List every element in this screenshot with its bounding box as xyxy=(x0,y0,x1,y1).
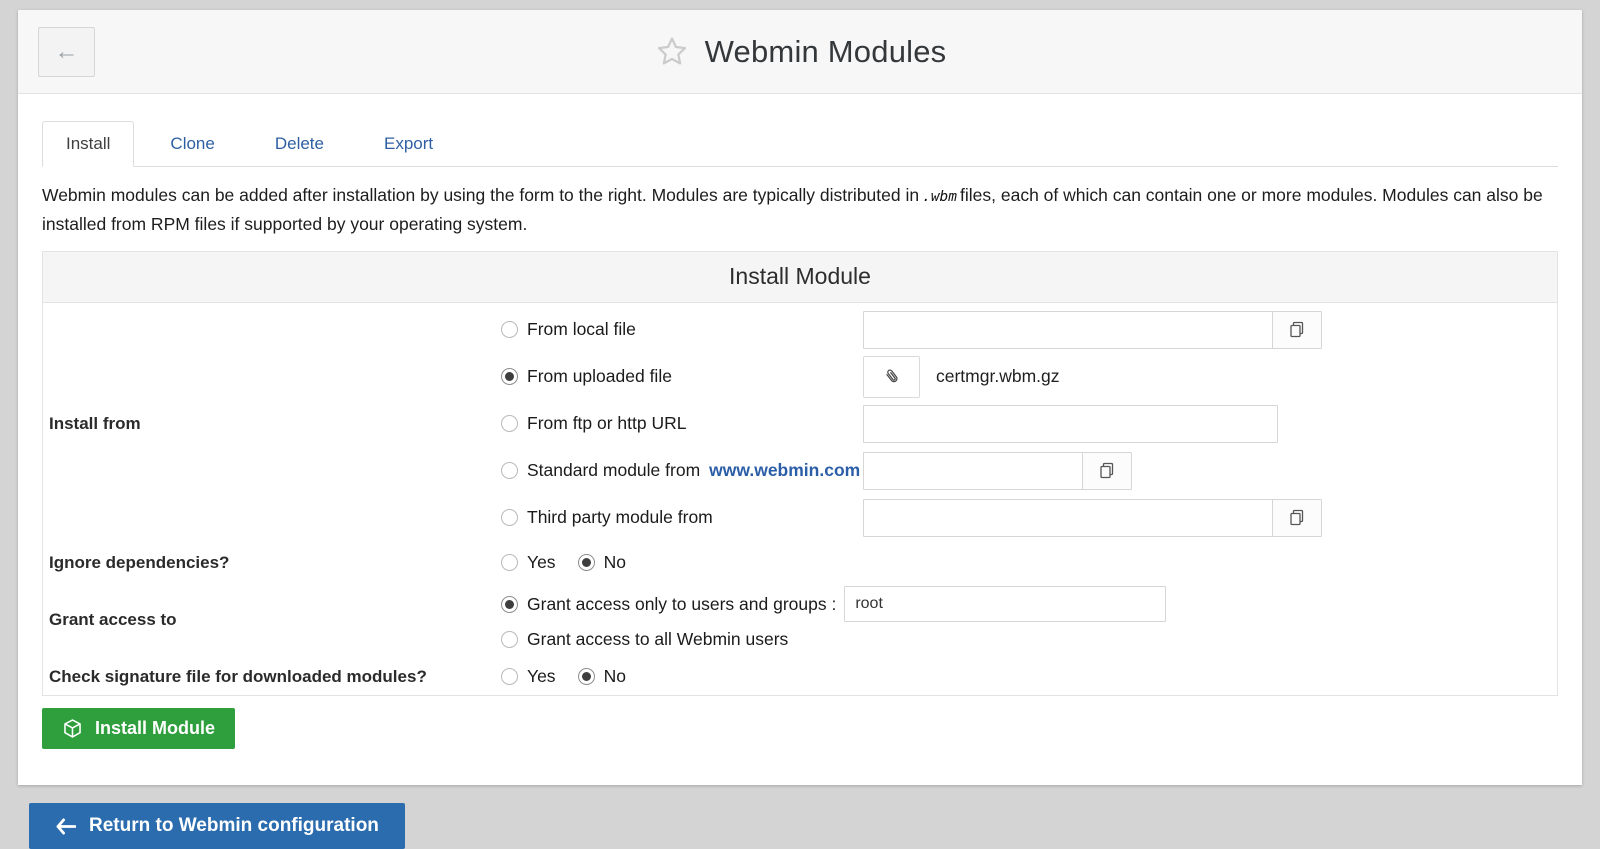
package-cube-icon xyxy=(62,718,83,739)
radio-third-party-module[interactable] xyxy=(501,509,518,526)
radio-local-file-label: From local file xyxy=(527,319,636,340)
radio-ignore-deps-no[interactable] xyxy=(578,554,595,571)
third-party-chooser-button[interactable] xyxy=(1272,499,1322,537)
star-icon[interactable] xyxy=(654,34,690,70)
grant-access-label: Grant access to xyxy=(43,581,501,658)
intro-before: Webmin modules can be added after instal… xyxy=(42,185,919,205)
back-arrow-icon: ← xyxy=(55,40,79,64)
radio-standard-module[interactable] xyxy=(501,462,518,479)
webmin-com-link[interactable]: www.webmin.com xyxy=(709,460,860,481)
return-button-label: Return to Webmin configuration xyxy=(89,815,379,837)
radio-uploaded-file-label: From uploaded file xyxy=(527,366,672,387)
paperclip-icon xyxy=(882,366,902,388)
back-button[interactable]: ← xyxy=(38,27,95,77)
third-party-module-input[interactable] xyxy=(863,499,1273,537)
option-local-file: From local file xyxy=(501,306,1557,353)
radio-grant-all-users[interactable] xyxy=(501,631,518,648)
upload-file-button[interactable] xyxy=(863,356,920,398)
radio-check-sig-no-label: No xyxy=(604,666,626,687)
ignore-dependencies-label: Ignore dependencies? xyxy=(43,544,501,581)
page-title: Webmin Modules xyxy=(705,34,947,70)
users-groups-input[interactable] xyxy=(844,586,1166,622)
tab-export[interactable]: Export xyxy=(360,121,457,167)
radio-third-party-module-label: Third party module from xyxy=(527,507,713,528)
radio-check-sig-yes-label: Yes xyxy=(527,666,556,687)
option-ftp-http-url: From ftp or http URL xyxy=(501,400,1557,447)
grant-access-row: Grant access to Grant access only to use… xyxy=(43,581,1557,658)
tab-bar: Install Clone Delete Export xyxy=(42,120,1558,167)
radio-ignore-deps-yes[interactable] xyxy=(501,554,518,571)
option-grant-users-groups: Grant access only to users and groups : xyxy=(501,584,1557,624)
radio-ignore-deps-yes-label: Yes xyxy=(527,552,556,573)
install-module-panel: Install Module Install from From local f… xyxy=(42,251,1558,696)
tab-delete[interactable]: Delete xyxy=(251,121,348,167)
radio-grant-users-groups-label: Grant access only to users and groups : xyxy=(527,594,836,615)
return-to-webmin-config-button[interactable]: Return to Webmin configuration xyxy=(29,803,405,849)
standard-module-chooser-button[interactable] xyxy=(1082,452,1132,490)
panel-title: Install Module xyxy=(43,252,1557,303)
radio-check-sig-yes[interactable] xyxy=(501,668,518,685)
install-from-row: Install from From local file xyxy=(43,303,1557,544)
tab-install[interactable]: Install xyxy=(42,121,134,167)
install-module-button[interactable]: Install Module xyxy=(42,708,235,749)
file-chooser-icon xyxy=(1098,462,1116,480)
file-chooser-icon xyxy=(1288,509,1306,527)
tab-clone[interactable]: Clone xyxy=(146,121,238,167)
install-from-label: Install from xyxy=(43,303,501,544)
page-header: ← Webmin Modules xyxy=(18,10,1582,94)
radio-standard-module-label: Standard module from xyxy=(527,460,700,481)
radio-uploaded-file[interactable] xyxy=(501,368,518,385)
radio-ignore-deps-no-label: No xyxy=(604,552,626,573)
radio-ftp-http-url-label: From ftp or http URL xyxy=(527,413,687,434)
option-third-party-module: Third party module from xyxy=(501,494,1557,541)
intro-text: Webmin modules can be added after instal… xyxy=(42,182,1558,238)
option-standard-module: Standard module from www.webmin.com xyxy=(501,447,1557,494)
option-grant-all-users: Grant access to all Webmin users xyxy=(501,624,1557,655)
radio-grant-users-groups[interactable] xyxy=(501,596,518,613)
ftp-http-url-input[interactable] xyxy=(863,405,1278,443)
ignore-dependencies-row: Ignore dependencies? Yes No xyxy=(43,544,1557,581)
install-module-button-label: Install Module xyxy=(95,718,215,739)
uploaded-file-name: certmgr.wbm.gz xyxy=(936,366,1060,387)
webmin-modules-card: ← Webmin Modules Install Clone Delete Ex… xyxy=(18,10,1582,785)
radio-check-sig-no[interactable] xyxy=(578,668,595,685)
check-signature-label: Check signature file for downloaded modu… xyxy=(43,658,501,695)
radio-ftp-http-url[interactable] xyxy=(501,415,518,432)
file-chooser-icon xyxy=(1288,321,1306,339)
option-uploaded-file: From uploaded file certmgr.wbm.gz xyxy=(501,353,1557,400)
standard-module-input[interactable] xyxy=(863,452,1083,490)
left-arrow-icon xyxy=(55,818,76,835)
wbm-extension: .wbm xyxy=(922,189,957,205)
check-signature-row: Check signature file for downloaded modu… xyxy=(43,658,1557,695)
radio-grant-all-users-label: Grant access to all Webmin users xyxy=(527,629,788,650)
local-file-input[interactable] xyxy=(863,311,1273,349)
radio-local-file[interactable] xyxy=(501,321,518,338)
local-file-chooser-button[interactable] xyxy=(1272,311,1322,349)
